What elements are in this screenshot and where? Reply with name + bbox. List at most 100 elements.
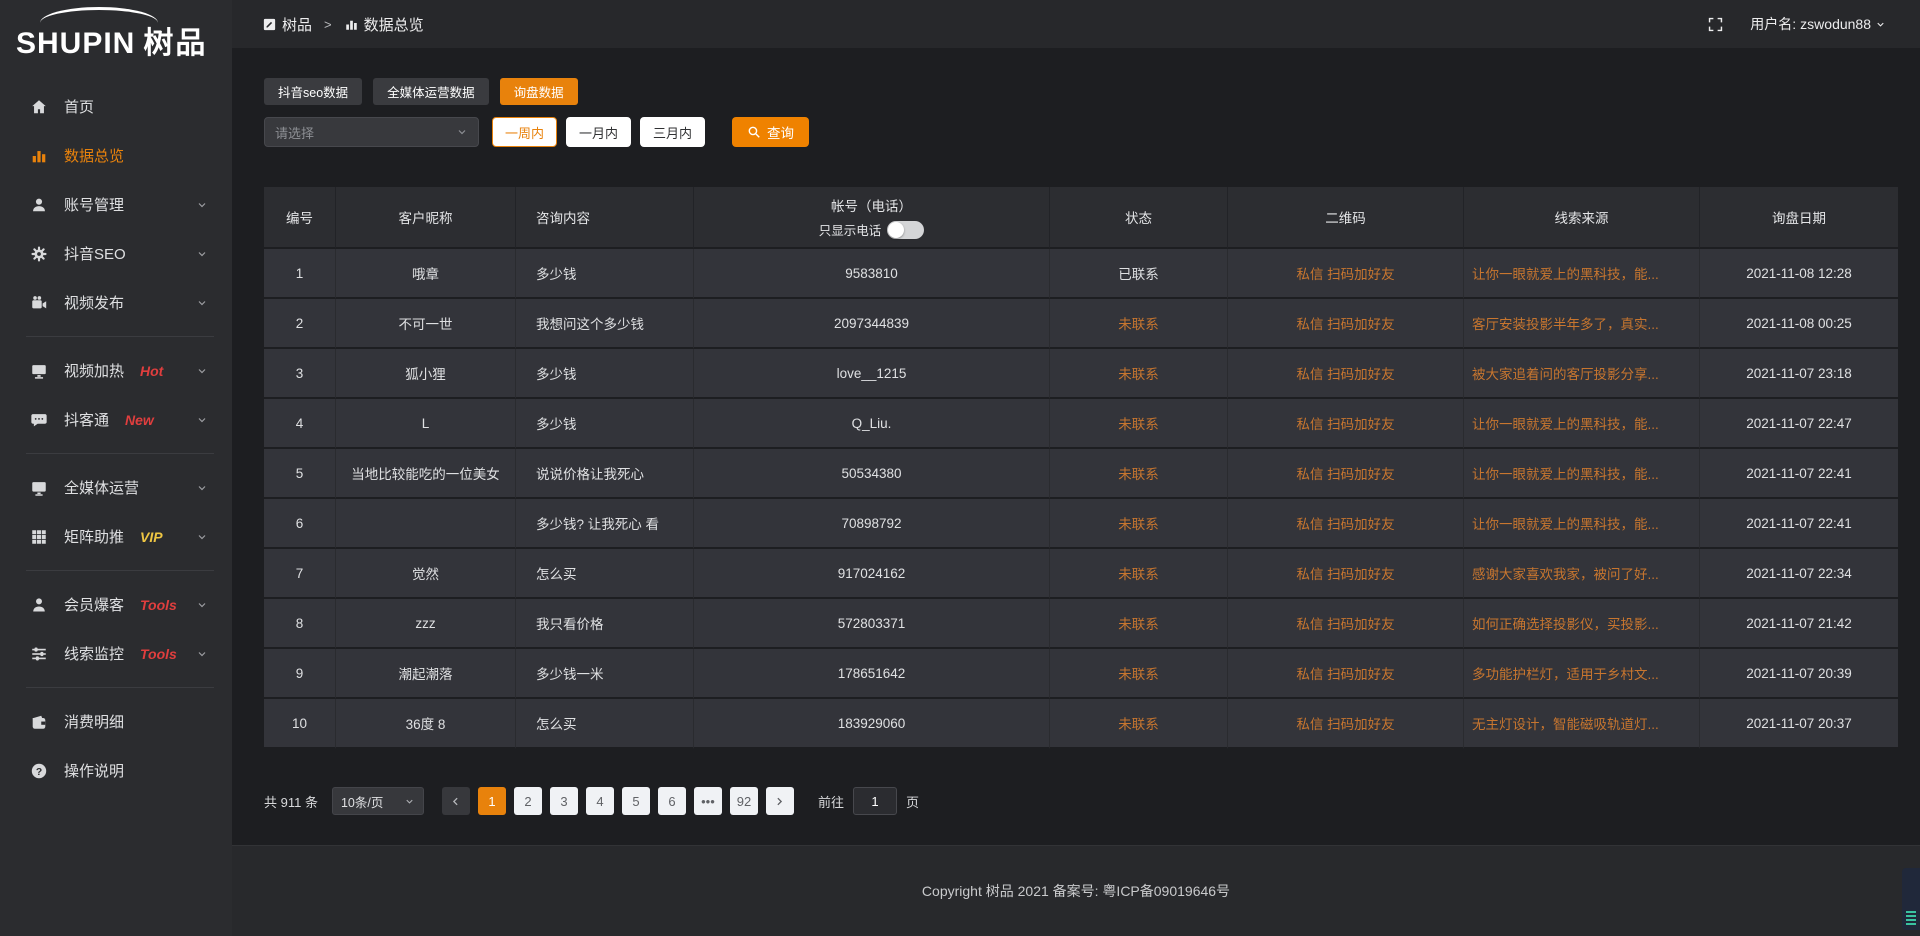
sidebar-item-会员爆客[interactable]: 会员爆客 Tools [0,580,232,629]
nickname-cell: 觉然 [336,549,516,599]
qrcode-actions-cell[interactable]: 私信 扫码加好友 [1228,399,1464,449]
svg-text:?: ? [36,766,42,777]
table-row: 1哦章多少钱9583810已联系私信 扫码加好友让你一眼就爱上的黑科技，能...… [264,249,1898,299]
sidebar-item-操作说明[interactable]: ? 操作说明 [0,746,232,795]
page-button-3[interactable]: 3 [550,787,578,815]
source-cell[interactable]: 让你一眼就爱上的黑科技，能... [1464,499,1700,549]
floating-widget[interactable] [1902,868,1920,930]
filter-bar: 请选择 一周内一月内三月内 查询 [264,117,1896,147]
content-cell: 多少钱 [516,349,694,399]
qrcode-actions-cell[interactable]: 私信 扫码加好友 [1228,449,1464,499]
status-cell: 未联系 [1050,399,1228,449]
screen-icon [30,479,48,497]
sidebar-item-抖音SEO[interactable]: 抖音SEO [0,229,232,278]
source-cell[interactable]: 感谢大家喜欢我家，被问了好... [1464,549,1700,599]
source-cell[interactable]: 多功能护栏灯，适用于乡村文... [1464,649,1700,699]
account-cell: 917024162 [694,549,1050,599]
goto-page-input[interactable] [853,787,897,815]
sidebar-item-label: 操作说明 [64,760,124,781]
sidebar-item-矩阵助推[interactable]: 矩阵助推VIP [0,512,232,561]
source-cell[interactable]: 如何正确选择投影仪，买投影... [1464,599,1700,649]
search-icon [747,125,761,139]
source-cell[interactable]: 让你一眼就爱上的黑科技，能... [1464,249,1700,299]
next-page-button[interactable] [766,787,794,815]
brand-logo: SHUPIN树品 [0,0,232,74]
sidebar-item-抖客通[interactable]: 抖客通New [0,395,232,444]
period-button-三月内[interactable]: 三月内 [640,117,705,147]
period-button-一月内[interactable]: 一月内 [566,117,631,147]
sidebar-item-label: 会员爆客 [64,594,124,615]
goto-label: 前往 [818,792,844,811]
tab-全媒体运营数据[interactable]: 全媒体运营数据 [373,78,489,105]
phone-toggle-label: 只显示电话 [819,220,882,239]
chevron-down-icon [196,199,208,211]
tab-抖音seo数据[interactable]: 抖音seo数据 [264,78,362,105]
chevron-down-icon [1875,19,1886,30]
qrcode-actions-cell[interactable]: 私信 扫码加好友 [1228,249,1464,299]
page-button-5[interactable]: 5 [622,787,650,815]
source-cell[interactable]: 客厅安装投影半年多了，真实... [1464,299,1700,349]
table-row: 9潮起潮落多少钱一米178651642未联系私信 扫码加好友多功能护栏灯，适用于… [264,649,1898,699]
date-cell: 2021-11-07 22:41 [1700,499,1898,549]
sidebar-divider [26,453,214,454]
page-button-1[interactable]: 1 [478,787,506,815]
qrcode-actions-cell[interactable]: 私信 扫码加好友 [1228,649,1464,699]
monitor-icon [30,362,48,380]
sidebar-badge: Tools [140,597,177,613]
home-icon [30,98,48,116]
breadcrumb-item-current[interactable]: 数据总览 [344,14,424,35]
topbar-right: 用户名: zswodun88 [1707,14,1886,34]
account-cell: 2097344839 [694,299,1050,349]
date-cell: 2021-11-08 12:28 [1700,249,1898,299]
sidebar-item-账号管理[interactable]: 账号管理 [0,180,232,229]
qrcode-actions-cell[interactable]: 私信 扫码加好友 [1228,349,1464,399]
page-size-select[interactable]: 10条/页 [332,787,424,815]
tab-询盘数据[interactable]: 询盘数据 [500,78,578,105]
content-area: 抖音seo数据全媒体运营数据询盘数据 请选择 一周内一月内三月内 查询 [232,48,1920,845]
sidebar-divider [26,570,214,571]
sidebar-item-视频加热[interactable]: 视频加热Hot [0,346,232,395]
column-header-content: 咨询内容 [516,187,694,249]
column-header-date: 询盘日期 [1700,187,1898,249]
page-button-2[interactable]: 2 [514,787,542,815]
page-button-4[interactable]: 4 [586,787,614,815]
date-cell: 2021-11-08 00:25 [1700,299,1898,349]
chevron-down-icon [196,414,208,426]
sidebar-item-线索监控[interactable]: 线索监控Tools [0,629,232,678]
sidebar-item-视频发布[interactable]: 视频发布 [0,278,232,327]
sidebar-item-全媒体运营[interactable]: 全媒体运营 [0,463,232,512]
qrcode-actions-cell[interactable]: 私信 扫码加好友 [1228,549,1464,599]
source-cell[interactable]: 被大家追着问的客厅投影分享... [1464,349,1700,399]
sidebar-item-消费明细[interactable]: 消费明细 [0,697,232,746]
period-button-一周内[interactable]: 一周内 [492,117,557,147]
source-cell[interactable]: 让你一眼就爱上的黑科技，能... [1464,449,1700,499]
page-button-92[interactable]: 92 [730,787,758,815]
sidebar-item-首页[interactable]: 首页 [0,82,232,131]
page-button-6[interactable]: 6 [658,787,686,815]
breadcrumb-item-home[interactable]: 树品 [262,14,312,35]
prev-page-button[interactable] [442,787,470,815]
user-menu[interactable]: 用户名: zswodun88 [1750,14,1886,34]
main-column: 树品 > 数据总览 用户名: zswodun88 [232,0,1920,936]
filter-select[interactable]: 请选择 [264,117,479,147]
query-button[interactable]: 查询 [732,117,809,147]
content-cell: 说说价格让我死心 [516,449,694,499]
grid-icon [30,528,48,546]
page-ellipsis-button[interactable]: ••• [694,787,722,815]
nickname-cell: 当地比较能吃的一位美女 [336,449,516,499]
source-cell[interactable]: 无主灯设计，智能磁吸轨道灯... [1464,699,1700,749]
phone-only-toggle[interactable] [887,221,924,239]
qrcode-actions-cell[interactable]: 私信 扫码加好友 [1228,599,1464,649]
account-cell: Q_Liu. [694,399,1050,449]
sidebar-divider [26,336,214,337]
fullscreen-icon[interactable] [1707,16,1724,33]
table-row: 5当地比较能吃的一位美女说说价格让我死心50534380未联系私信 扫码加好友让… [264,449,1898,499]
table-row: 7觉然怎么买917024162未联系私信 扫码加好友感谢大家喜欢我家，被问了好.… [264,549,1898,599]
qrcode-actions-cell[interactable]: 私信 扫码加好友 [1228,699,1464,749]
qrcode-actions-cell[interactable]: 私信 扫码加好友 [1228,499,1464,549]
source-cell[interactable]: 让你一眼就爱上的黑科技，能... [1464,399,1700,449]
breadcrumb-separator: > [324,17,332,32]
sidebar-item-数据总览[interactable]: 数据总览 [0,131,232,180]
qrcode-actions-cell[interactable]: 私信 扫码加好友 [1228,299,1464,349]
help-icon: ? [30,762,48,780]
